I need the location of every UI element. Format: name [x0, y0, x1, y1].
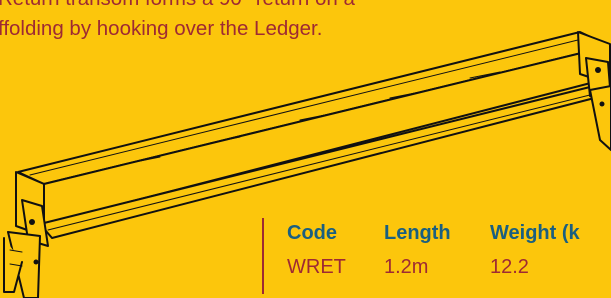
right-hook-wedge — [589, 85, 611, 151]
header-code: Code — [287, 222, 337, 244]
header-weight: Weight (k — [490, 222, 580, 244]
right-bolt-2 — [599, 101, 605, 107]
left-bolt-2 — [33, 259, 39, 265]
left-bolt — [29, 219, 35, 225]
product-panel: Return transom forms a 90° return on a f… — [0, 0, 611, 298]
cell-weight: 12.2 — [490, 256, 529, 278]
cell-length: 1.2m — [384, 256, 429, 278]
table-divider — [262, 218, 264, 294]
beam-front-face — [43, 45, 611, 225]
right-bolt — [595, 67, 601, 73]
header-length: Length — [384, 222, 451, 244]
cell-code: WRET — [287, 256, 346, 278]
return-transom-illustration — [3, 31, 611, 298]
